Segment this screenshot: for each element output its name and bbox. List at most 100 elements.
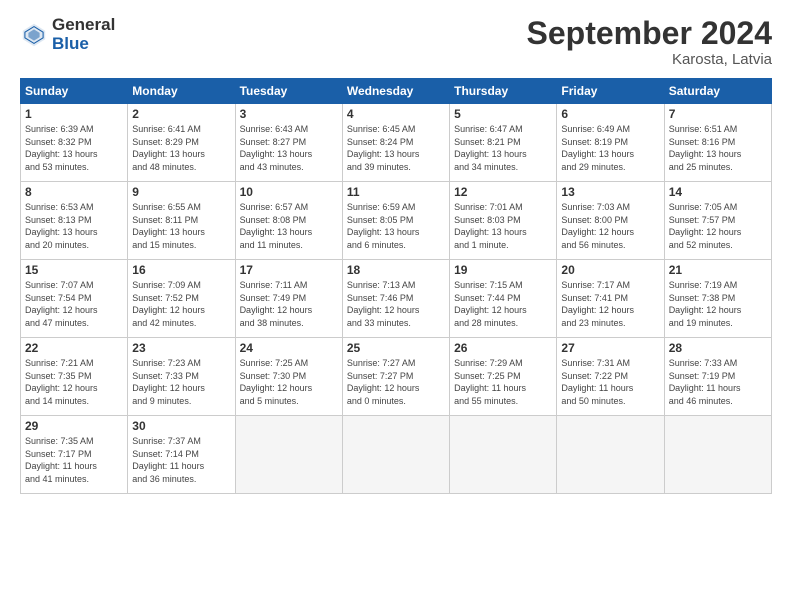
day-number: 19 bbox=[454, 263, 552, 277]
day-info: Sunrise: 6:57 AM Sunset: 8:08 PM Dayligh… bbox=[240, 201, 338, 251]
day-info: Sunrise: 7:09 AM Sunset: 7:52 PM Dayligh… bbox=[132, 279, 230, 329]
table-cell: 8Sunrise: 6:53 AM Sunset: 8:13 PM Daylig… bbox=[21, 182, 128, 260]
day-number: 28 bbox=[669, 341, 767, 355]
day-info: Sunrise: 7:29 AM Sunset: 7:25 PM Dayligh… bbox=[454, 357, 552, 407]
day-info: Sunrise: 7:37 AM Sunset: 7:14 PM Dayligh… bbox=[132, 435, 230, 485]
table-cell: 29Sunrise: 7:35 AM Sunset: 7:17 PM Dayli… bbox=[21, 416, 128, 494]
table-cell: 18 Sunrise: 7:13 AM Sunset: 7:46 PM Dayli… bbox=[342, 260, 449, 338]
table-cell: 24 Sunrise: 7:25 AM Sunset: 7:30 PM Dayli… bbox=[235, 338, 342, 416]
day-number: 23 bbox=[132, 341, 230, 355]
table-cell bbox=[235, 416, 342, 494]
table-cell bbox=[557, 416, 664, 494]
day-info: Sunrise: 6:55 AM Sunset: 8:11 PM Dayligh… bbox=[132, 201, 230, 251]
day-number: 5 bbox=[454, 107, 552, 121]
table-cell: 7 Sunrise: 6:51 AM Sunset: 8:16 PM Daylig… bbox=[664, 104, 771, 182]
title-block: September 2024 Karosta, Latvia bbox=[527, 16, 772, 68]
table-cell: 28Sunrise: 7:33 AM Sunset: 7:19 PM Dayli… bbox=[664, 338, 771, 416]
logo-general: General bbox=[52, 16, 115, 35]
day-number: 14 bbox=[669, 185, 767, 199]
day-number: 18 bbox=[347, 263, 445, 277]
day-number: 24 bbox=[240, 341, 338, 355]
col-thursday: Thursday bbox=[450, 79, 557, 104]
table-cell: 23 Sunrise: 7:23 AM Sunset: 7:33 PM Dayli… bbox=[128, 338, 235, 416]
day-number: 2 bbox=[132, 107, 230, 121]
month-title: September 2024 bbox=[527, 16, 772, 51]
header: General Blue September 2024 Karosta, Lat… bbox=[20, 16, 772, 68]
day-number: 15 bbox=[25, 263, 123, 277]
table-cell: 13 Sunrise: 7:03 AM Sunset: 8:00 PM Dayli… bbox=[557, 182, 664, 260]
col-wednesday: Wednesday bbox=[342, 79, 449, 104]
day-number: 16 bbox=[132, 263, 230, 277]
table-cell: 9 Sunrise: 6:55 AM Sunset: 8:11 PM Daylig… bbox=[128, 182, 235, 260]
col-monday: Monday bbox=[128, 79, 235, 104]
table-cell: 14Sunrise: 7:05 AM Sunset: 7:57 PM Dayli… bbox=[664, 182, 771, 260]
table-cell: 6Sunrise: 6:49 AM Sunset: 8:19 PM Daylig… bbox=[557, 104, 664, 182]
day-number: 21 bbox=[669, 263, 767, 277]
day-info: Sunrise: 6:47 AM Sunset: 8:21 PM Dayligh… bbox=[454, 123, 552, 173]
table-cell: 12Sunrise: 7:01 AM Sunset: 8:03 PM Dayli… bbox=[450, 182, 557, 260]
table-cell: 4 Sunrise: 6:45 AM Sunset: 8:24 PM Daylig… bbox=[342, 104, 449, 182]
table-row: 1Sunrise: 6:39 AM Sunset: 8:32 PM Daylig… bbox=[21, 104, 772, 182]
logo-icon bbox=[20, 21, 48, 49]
table-cell: 1Sunrise: 6:39 AM Sunset: 8:32 PM Daylig… bbox=[21, 104, 128, 182]
table-cell: 22 Sunrise: 7:21 AM Sunset: 7:35 PM Dayli… bbox=[21, 338, 128, 416]
col-sunday: Sunday bbox=[21, 79, 128, 104]
day-number: 25 bbox=[347, 341, 445, 355]
table-cell: 27 Sunrise: 7:31 AM Sunset: 7:22 PM Dayli… bbox=[557, 338, 664, 416]
day-number: 3 bbox=[240, 107, 338, 121]
table-row: 22 Sunrise: 7:21 AM Sunset: 7:35 PM Dayli… bbox=[21, 338, 772, 416]
day-number: 13 bbox=[561, 185, 659, 199]
table-row: 29Sunrise: 7:35 AM Sunset: 7:17 PM Dayli… bbox=[21, 416, 772, 494]
table-cell: 26 Sunrise: 7:29 AM Sunset: 7:25 PM Dayli… bbox=[450, 338, 557, 416]
table-cell: 2Sunrise: 6:41 AM Sunset: 8:29 PM Daylig… bbox=[128, 104, 235, 182]
day-number: 11 bbox=[347, 185, 445, 199]
day-info: Sunrise: 6:51 AM Sunset: 8:16 PM Dayligh… bbox=[669, 123, 767, 173]
table-cell: 17Sunrise: 7:11 AM Sunset: 7:49 PM Dayli… bbox=[235, 260, 342, 338]
day-info: Sunrise: 7:07 AM Sunset: 7:54 PM Dayligh… bbox=[25, 279, 123, 329]
day-info: Sunrise: 7:27 AM Sunset: 7:27 PM Dayligh… bbox=[347, 357, 445, 407]
day-info: Sunrise: 7:23 AM Sunset: 7:33 PM Dayligh… bbox=[132, 357, 230, 407]
day-info: Sunrise: 7:03 AM Sunset: 8:00 PM Dayligh… bbox=[561, 201, 659, 251]
day-info: Sunrise: 7:13 AM Sunset: 7:46 PM Dayligh… bbox=[347, 279, 445, 329]
location: Karosta, Latvia bbox=[527, 51, 772, 68]
table-cell: 11 Sunrise: 6:59 AM Sunset: 8:05 PM Dayli… bbox=[342, 182, 449, 260]
table-cell: 19 Sunrise: 7:15 AM Sunset: 7:44 PM Dayli… bbox=[450, 260, 557, 338]
day-info: Sunrise: 7:21 AM Sunset: 7:35 PM Dayligh… bbox=[25, 357, 123, 407]
table-cell: 5 Sunrise: 6:47 AM Sunset: 8:21 PM Daylig… bbox=[450, 104, 557, 182]
logo-blue: Blue bbox=[52, 35, 115, 54]
table-cell bbox=[664, 416, 771, 494]
table-cell: 20Sunrise: 7:17 AM Sunset: 7:41 PM Dayli… bbox=[557, 260, 664, 338]
day-number: 7 bbox=[669, 107, 767, 121]
day-number: 26 bbox=[454, 341, 552, 355]
table-cell bbox=[450, 416, 557, 494]
day-number: 1 bbox=[25, 107, 123, 121]
table-cell: 3 Sunrise: 6:43 AM Sunset: 8:27 PM Daylig… bbox=[235, 104, 342, 182]
day-number: 4 bbox=[347, 107, 445, 121]
day-number: 8 bbox=[25, 185, 123, 199]
day-info: Sunrise: 7:11 AM Sunset: 7:49 PM Dayligh… bbox=[240, 279, 338, 329]
day-number: 29 bbox=[25, 419, 123, 433]
day-info: Sunrise: 7:01 AM Sunset: 8:03 PM Dayligh… bbox=[454, 201, 552, 251]
table-cell bbox=[342, 416, 449, 494]
day-info: Sunrise: 6:45 AM Sunset: 8:24 PM Dayligh… bbox=[347, 123, 445, 173]
day-number: 10 bbox=[240, 185, 338, 199]
day-info: Sunrise: 7:31 AM Sunset: 7:22 PM Dayligh… bbox=[561, 357, 659, 407]
col-saturday: Saturday bbox=[664, 79, 771, 104]
day-info: Sunrise: 7:25 AM Sunset: 7:30 PM Dayligh… bbox=[240, 357, 338, 407]
logo: General Blue bbox=[20, 16, 115, 53]
day-info: Sunrise: 6:59 AM Sunset: 8:05 PM Dayligh… bbox=[347, 201, 445, 251]
col-tuesday: Tuesday bbox=[235, 79, 342, 104]
table-cell: 25 Sunrise: 7:27 AM Sunset: 7:27 PM Dayli… bbox=[342, 338, 449, 416]
day-info: Sunrise: 6:43 AM Sunset: 8:27 PM Dayligh… bbox=[240, 123, 338, 173]
calendar-table: Sunday Monday Tuesday Wednesday Thursday… bbox=[20, 78, 772, 494]
day-number: 9 bbox=[132, 185, 230, 199]
day-number: 27 bbox=[561, 341, 659, 355]
day-number: 22 bbox=[25, 341, 123, 355]
table-cell: 15 Sunrise: 7:07 AM Sunset: 7:54 PM Dayli… bbox=[21, 260, 128, 338]
table-cell: 16 Sunrise: 7:09 AM Sunset: 7:52 PM Dayli… bbox=[128, 260, 235, 338]
day-number: 30 bbox=[132, 419, 230, 433]
table-row: 8Sunrise: 6:53 AM Sunset: 8:13 PM Daylig… bbox=[21, 182, 772, 260]
table-cell: 30 Sunrise: 7:37 AM Sunset: 7:14 PM Dayli… bbox=[128, 416, 235, 494]
day-number: 6 bbox=[561, 107, 659, 121]
day-info: Sunrise: 7:15 AM Sunset: 7:44 PM Dayligh… bbox=[454, 279, 552, 329]
